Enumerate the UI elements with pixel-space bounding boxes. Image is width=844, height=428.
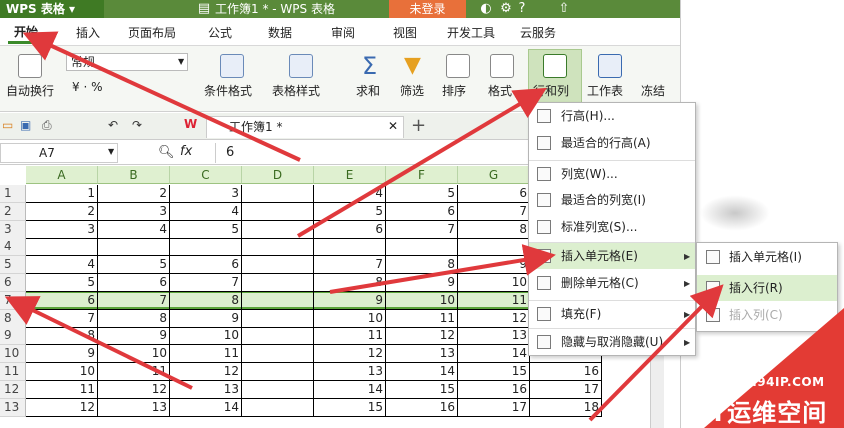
watermark-name: IT运维空间 — [700, 399, 828, 427]
arrow-to-start-tab — [22, 31, 301, 162]
arrow-to-insert-cell — [329, 244, 556, 294]
watermark-url: WWW.94IP.COM — [712, 375, 825, 389]
arrow-to-row7 — [4, 296, 193, 390]
arrow-to-row-col — [296, 87, 547, 238]
